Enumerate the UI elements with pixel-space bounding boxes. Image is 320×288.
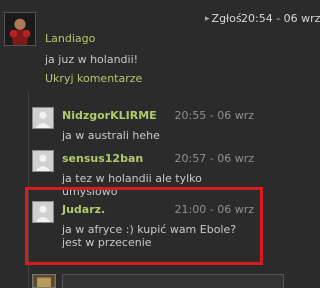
- default-avatar-icon[interactable]: [32, 201, 54, 223]
- default-avatar-icon[interactable]: [32, 150, 54, 172]
- report-link[interactable]: ▸ Zgłoś: [205, 12, 242, 25]
- reply-timestamp: 21:00 - 06 wrz: [174, 203, 254, 216]
- default-avatar-icon[interactable]: [32, 107, 54, 129]
- comment-timestamp: 20:54 - 06 wrz: [241, 12, 320, 25]
- comment-username[interactable]: Landiago: [45, 32, 95, 45]
- current-user-avatar: [32, 274, 56, 288]
- report-arrow-icon: ▸: [205, 13, 210, 24]
- reply-username[interactable]: NidzgorKLIRME: [62, 109, 157, 122]
- reply-timestamp: 20:55 - 06 wrz: [174, 109, 254, 122]
- reply-text: ja w australi hehe: [62, 129, 160, 142]
- reply-timestamp: 20:57 - 06 wrz: [174, 152, 254, 165]
- reply-text: ja w afryce :) kupić wam Ebole? jest w p…: [62, 223, 237, 249]
- reply-username[interactable]: sensus12ban: [62, 152, 143, 165]
- reply-username[interactable]: Judarz.: [62, 203, 105, 216]
- report-label[interactable]: Zgłoś: [212, 12, 242, 25]
- user-avatar[interactable]: [4, 12, 36, 46]
- comment-text: ja juz w holandii!: [45, 53, 139, 66]
- reply-input[interactable]: [62, 274, 284, 288]
- hide-comments-link[interactable]: Ukryj komentarze: [45, 72, 142, 85]
- reply-compose: [28, 272, 284, 288]
